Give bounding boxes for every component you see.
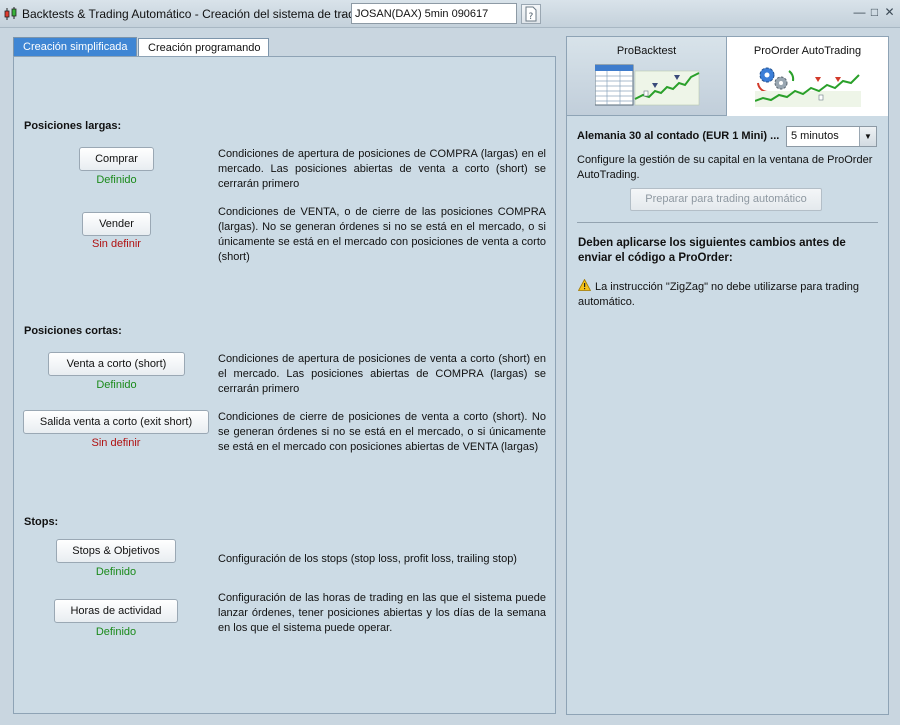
sell-short-description: Condiciones de apertura de posiciones de… xyxy=(218,353,546,395)
chevron-down-icon[interactable]: ▼ xyxy=(859,127,876,146)
minimize-icon[interactable]: — xyxy=(853,6,866,19)
close-icon[interactable]: ✕ xyxy=(883,6,896,19)
divider xyxy=(577,222,878,223)
stops-targets-button[interactable]: Stops & Objetivos xyxy=(56,539,176,563)
prepare-autotrading-button[interactable]: Preparar para trading automático xyxy=(630,188,822,211)
activity-hours-button[interactable]: Horas de actividad xyxy=(54,599,178,623)
simplified-creation-panel: Posiciones largas: Comprar Definido Cond… xyxy=(13,56,556,714)
tab-probacktest-label: ProBacktest xyxy=(616,45,677,57)
sell-button[interactable]: Vender xyxy=(82,212,151,236)
timeframe-value: 5 minutos xyxy=(791,130,839,142)
window-title: Backtests & Trading Automático - Creació… xyxy=(22,7,371,21)
sell-short-status: Definido xyxy=(96,379,137,391)
stops-targets-status: Definido xyxy=(95,566,137,578)
system-name-input[interactable] xyxy=(351,3,517,24)
exit-short-status: Sin definir xyxy=(91,437,141,449)
buy-button[interactable]: Comprar xyxy=(79,147,154,171)
help-button[interactable]: ? xyxy=(521,4,541,24)
stops-targets-description: Configuración de los stops (stop loss, p… xyxy=(218,553,517,565)
activity-hours-status: Definido xyxy=(95,626,137,638)
tab-creacion-programando[interactable]: Creación programando xyxy=(138,38,269,57)
svg-text:?: ? xyxy=(529,12,534,22)
title-bar: Backtests & Trading Automático - Creació… xyxy=(0,0,900,28)
capital-management-note: Configure la gestión de su capital en la… xyxy=(577,154,873,181)
sell-short-button[interactable]: Venta a corto (short) xyxy=(48,352,185,376)
candlestick-app-icon xyxy=(4,7,17,20)
maximize-icon[interactable]: □ xyxy=(868,6,881,19)
buy-status: Definido xyxy=(96,174,137,186)
sell-status: Sin definir xyxy=(92,238,141,250)
tab-proorder-autotrading[interactable]: ProOrder AutoTrading xyxy=(727,37,888,116)
autotrading-gears-icon xyxy=(755,67,861,107)
sell-description: Condiciones de VENTA, o de cierre de las… xyxy=(218,206,546,263)
title-separator: - xyxy=(341,7,345,21)
exit-short-button[interactable]: Salida venta a corto (exit short) xyxy=(23,410,209,434)
long-positions-title: Posiciones largas: xyxy=(24,120,122,132)
stops-title: Stops: xyxy=(24,516,59,528)
zigzag-warning: La instrucción "ZigZag" no debe utilizar… xyxy=(578,281,860,308)
activity-hours-description: Configuración de las horas de trading en… xyxy=(218,592,546,634)
help-doc-icon: ? xyxy=(525,6,537,22)
buy-description: Condiciones de apertura de posiciones de… xyxy=(218,148,546,190)
trading-side-panel: ProBacktest ProOrder AutoTrading Alemani… xyxy=(566,36,889,715)
timeframe-select[interactable]: 5 minutos ▼ xyxy=(786,126,877,147)
exit-short-description: Condiciones de cierre de posiciones de v… xyxy=(218,411,546,453)
tab-probacktest[interactable]: ProBacktest xyxy=(567,37,727,116)
backtest-chart-icon xyxy=(595,64,700,106)
tab-proorder-label: ProOrder AutoTrading xyxy=(753,45,862,57)
changes-required-title: Deben aplicarse los siguientes cambios a… xyxy=(578,237,846,264)
market-label: Alemania 30 al contado (EUR 1 Mini) ... xyxy=(577,130,780,142)
short-positions-title: Posiciones cortas: xyxy=(24,325,122,337)
tab-creacion-simplificada[interactable]: Creación simplificada xyxy=(13,37,137,57)
